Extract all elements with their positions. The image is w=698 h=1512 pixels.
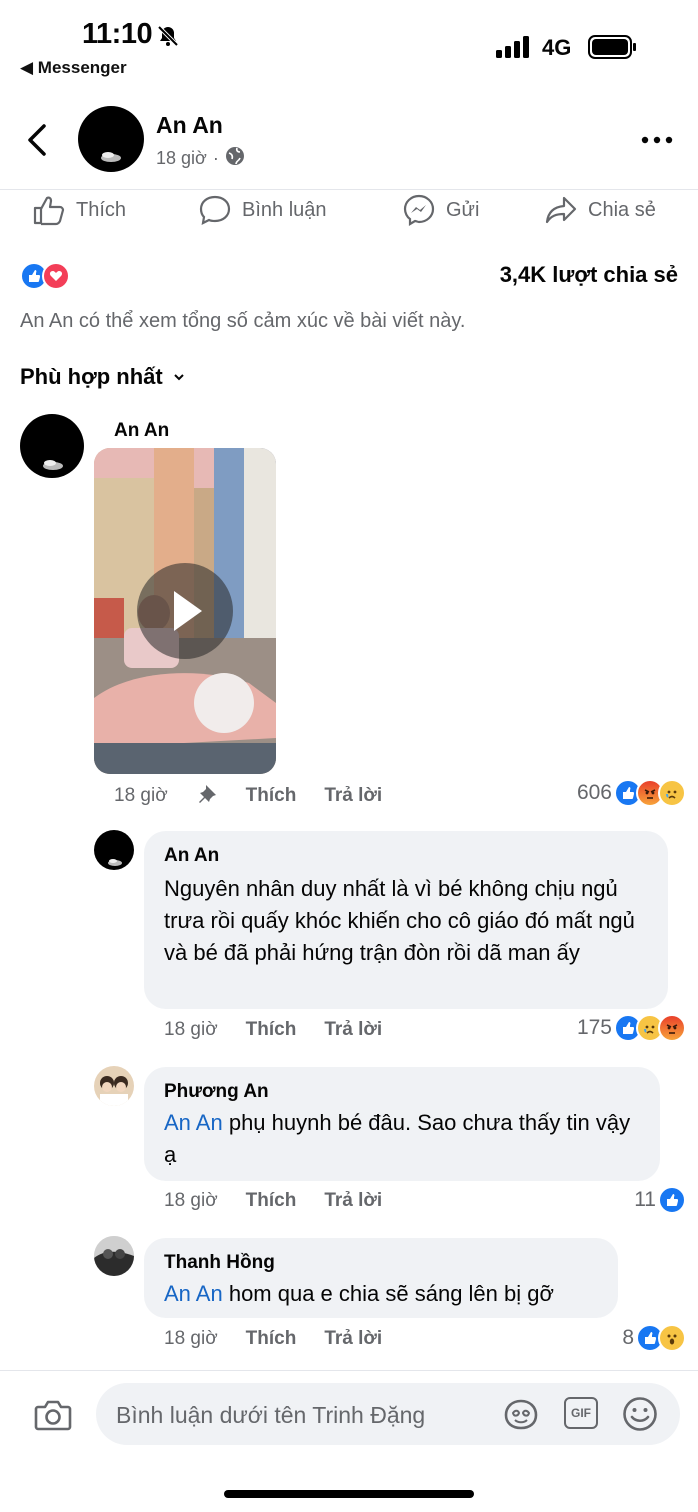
reactions-note: An An có thể xem tổng số cảm xúc về bài … bbox=[20, 310, 466, 332]
comment-text-block: An An hom qua e chia sẽ sáng lên bị gỡ bbox=[164, 1278, 614, 1310]
comment-reaction-count[interactable]: 606 bbox=[577, 779, 686, 807]
comment-reply-button[interactable]: Trả lời bbox=[324, 1019, 382, 1041]
comment-reply-button[interactable]: Trả lời bbox=[324, 1190, 382, 1212]
comment-author[interactable]: An An bbox=[164, 845, 219, 867]
comment-time: 18 giờ bbox=[164, 1019, 218, 1040]
post-action-bar: Thích Bình luận Gửi Chia sẻ bbox=[0, 192, 698, 232]
reaction-count: 175 bbox=[576, 1016, 612, 1039]
emoji-icon[interactable] bbox=[622, 1396, 658, 1437]
comment-author[interactable]: Thanh Hồng bbox=[164, 1252, 275, 1274]
comment-avatar[interactable] bbox=[20, 414, 84, 478]
comment-reaction-count[interactable]: 8 bbox=[622, 1324, 686, 1352]
comment-text: phụ huynh bé đâu. Sao chưa thấy tin vậy … bbox=[164, 1110, 631, 1167]
comment-reaction-count[interactable]: 11 bbox=[634, 1186, 686, 1214]
comment-text: hom qua e chia sẽ sáng lên bị gỡ bbox=[222, 1281, 554, 1306]
sad-reaction-icon bbox=[658, 779, 686, 807]
mention-link[interactable]: An An bbox=[164, 1281, 223, 1306]
comment-label: Bình luận bbox=[242, 198, 327, 221]
composer-divider bbox=[0, 1370, 698, 1371]
back-app-label: Messenger bbox=[37, 58, 127, 77]
send-label: Gửi bbox=[446, 198, 480, 221]
messenger-icon bbox=[403, 194, 435, 226]
pin-icon bbox=[198, 783, 218, 809]
mute-bell-icon bbox=[156, 24, 180, 53]
avatar-sticker-icon[interactable] bbox=[502, 1397, 540, 1436]
comment-meta: 18 giờ Thích Trả lời bbox=[164, 1190, 382, 1212]
more-options-icon[interactable] bbox=[640, 128, 674, 157]
comment-button[interactable]: Bình luận bbox=[198, 194, 327, 226]
comment-text: Nguyên nhân duy nhất là vì bé không chịu… bbox=[164, 876, 635, 965]
post-time: 18 giờ bbox=[156, 148, 207, 168]
sort-label: Phù hợp nhất bbox=[20, 364, 163, 389]
globe-icon bbox=[225, 146, 245, 171]
comment-like-button[interactable]: Thích bbox=[246, 1019, 297, 1041]
comment-like-button[interactable]: Thích bbox=[246, 1328, 297, 1350]
share-icon bbox=[545, 196, 577, 224]
share-button[interactable]: Chia sẻ bbox=[544, 194, 656, 226]
camera-icon[interactable] bbox=[34, 1398, 72, 1437]
sort-dropdown[interactable]: Phù hợp nhất bbox=[20, 364, 185, 390]
comment-time: 18 giờ bbox=[114, 785, 168, 806]
comment-bubble[interactable]: Thanh Hồng An An hom qua e chia sẽ sáng … bbox=[144, 1238, 618, 1318]
reaction-count: 606 bbox=[576, 781, 612, 804]
signal-icon bbox=[496, 36, 532, 63]
comment-icon bbox=[199, 195, 231, 225]
reply-avatar[interactable] bbox=[94, 830, 134, 870]
gif-button[interactable]: GIF bbox=[564, 1397, 598, 1429]
comment-text-block: An An phụ huynh bé đâu. Sao chưa thấy ti… bbox=[164, 1107, 644, 1171]
reaction-count: 11 bbox=[634, 1188, 656, 1211]
comment-input[interactable] bbox=[114, 1383, 498, 1447]
comment-like-button[interactable]: Thích bbox=[246, 785, 297, 807]
send-button[interactable]: Gửi bbox=[402, 194, 479, 226]
mention-link[interactable]: An An bbox=[164, 1110, 223, 1135]
comment-bubble[interactable]: Phương An An An phụ huynh bé đâu. Sao ch… bbox=[144, 1067, 660, 1181]
comment-reaction-count[interactable]: 175 bbox=[577, 1014, 686, 1042]
reply-avatar[interactable] bbox=[94, 1236, 134, 1276]
author-avatar[interactable] bbox=[78, 106, 144, 172]
like-reaction-icon bbox=[658, 1186, 686, 1214]
like-button[interactable]: Thích bbox=[32, 194, 126, 226]
network-type: 4G bbox=[542, 35, 572, 60]
angry-reaction-icon bbox=[658, 1014, 686, 1042]
comment-video[interactable] bbox=[94, 448, 276, 774]
home-indicator bbox=[224, 1490, 474, 1498]
comment-meta: 18 giờ Thích Trả lời bbox=[164, 1019, 382, 1041]
like-label: Thích bbox=[76, 198, 127, 221]
reaction-count: 8 bbox=[622, 1326, 634, 1349]
comment-bubble[interactable]: An An Nguyên nhân duy nhất là vì bé khôn… bbox=[144, 831, 668, 1009]
back-button[interactable] bbox=[24, 120, 52, 165]
reply-avatar[interactable] bbox=[94, 1066, 134, 1106]
comment-meta: 18 giờ Thích Trả lời bbox=[164, 1328, 382, 1350]
comment-author[interactable]: Phương An bbox=[164, 1081, 269, 1103]
share-label: Chia sẻ bbox=[588, 198, 656, 221]
comment-time: 18 giờ bbox=[164, 1328, 218, 1349]
comment-like-button[interactable]: Thích bbox=[246, 1190, 297, 1212]
love-reaction-icon bbox=[42, 262, 70, 290]
author-name[interactable]: An An bbox=[156, 112, 223, 139]
comment-composer[interactable]: GIF bbox=[96, 1383, 680, 1447]
share-count[interactable]: 3,4K lượt chia sẻ bbox=[500, 262, 678, 288]
comment-reply-button[interactable]: Trả lời bbox=[324, 785, 382, 807]
battery-icon bbox=[588, 35, 638, 64]
comment-author[interactable]: An An bbox=[114, 420, 169, 442]
chevron-down-icon bbox=[174, 374, 184, 381]
comment-reply-button[interactable]: Trả lời bbox=[324, 1328, 382, 1350]
comment-time: 18 giờ bbox=[164, 1190, 218, 1211]
status-time: 11:10 bbox=[82, 18, 153, 50]
back-to-app-link[interactable]: ◀ Messenger bbox=[20, 58, 127, 78]
comment-meta: 18 giờ Thích Trả lời bbox=[114, 783, 382, 809]
wow-reaction-icon bbox=[658, 1324, 686, 1352]
header-divider bbox=[0, 189, 698, 190]
meta-separator: · bbox=[212, 148, 219, 168]
reaction-summary[interactable] bbox=[20, 262, 70, 290]
gif-label: GIF bbox=[571, 1406, 591, 1420]
post-meta: 18 giờ · bbox=[156, 146, 245, 171]
like-icon bbox=[33, 196, 65, 226]
